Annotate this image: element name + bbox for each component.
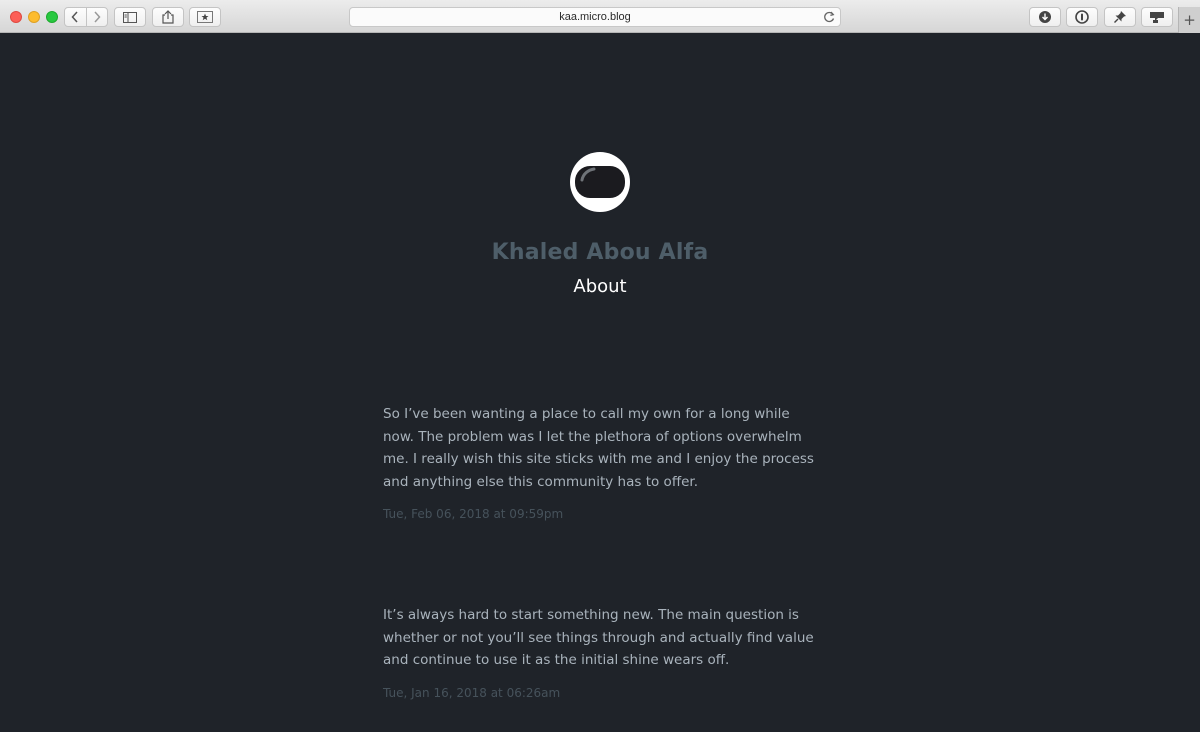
pin-button[interactable] — [1104, 7, 1136, 27]
new-tab-button[interactable]: + — [1178, 7, 1200, 33]
sidebar-icon — [123, 11, 137, 23]
avatar[interactable] — [568, 150, 632, 214]
reload-icon[interactable] — [822, 10, 836, 24]
pin-icon — [1114, 11, 1126, 23]
sidebar-button[interactable] — [114, 7, 146, 27]
zoom-window-icon[interactable] — [46, 11, 58, 23]
page-content: Khaled Abou Alfa About So I’ve been want… — [0, 33, 1200, 732]
post: So I’ve been wanting a place to call my … — [383, 403, 823, 521]
downloads-button[interactable] — [1029, 7, 1061, 27]
navigation-buttons — [64, 7, 108, 27]
download-icon — [1039, 11, 1051, 23]
chat-icon — [1150, 11, 1164, 23]
post-body: It’s always hard to start something new.… — [383, 607, 814, 668]
browser-toolbar: kaa.micro.blog + — [0, 0, 1200, 33]
post-date[interactable]: Tue, Feb 06, 2018 at 09:59pm — [383, 507, 823, 521]
password-icon — [1075, 10, 1089, 24]
password-manager-button[interactable] — [1066, 7, 1098, 27]
share-button[interactable] — [152, 7, 184, 27]
bookmark-button[interactable] — [189, 7, 221, 27]
astronaut-helmet-icon — [568, 150, 632, 214]
url-text: kaa.micro.blog — [559, 11, 631, 23]
back-button[interactable] — [65, 8, 86, 26]
site-title[interactable]: Khaled Abou Alfa — [0, 240, 1200, 265]
about-link[interactable]: About — [573, 276, 626, 297]
address-bar[interactable]: kaa.micro.blog — [349, 7, 841, 27]
minimize-window-icon[interactable] — [28, 11, 40, 23]
bookmark-star-icon — [197, 11, 213, 23]
nav-about: About — [0, 276, 1200, 297]
post: It’s always hard to start something new.… — [383, 604, 823, 700]
chat-button[interactable] — [1141, 7, 1173, 27]
post-body: So I’ve been wanting a place to call my … — [383, 406, 814, 490]
forward-icon — [94, 11, 101, 23]
back-icon — [71, 11, 79, 23]
share-icon — [162, 10, 174, 24]
forward-button[interactable] — [85, 8, 107, 26]
close-window-icon[interactable] — [10, 11, 22, 23]
post-date[interactable]: Tue, Jan 16, 2018 at 06:26am — [383, 686, 823, 700]
